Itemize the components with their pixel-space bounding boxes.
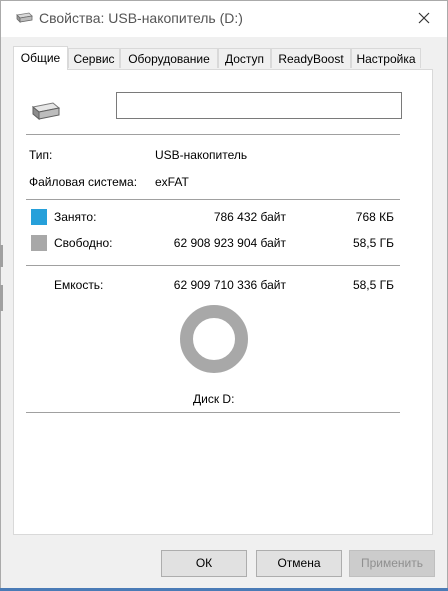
used-label: Занято:: [54, 210, 97, 224]
usb-drive-icon: [15, 12, 33, 27]
general-panel: Тип: USB-накопитель Файловая система: ex…: [13, 69, 433, 535]
close-button[interactable]: [401, 1, 447, 35]
free-space-swatch: [31, 235, 47, 251]
separator: [26, 199, 400, 200]
capacity-label: Емкость:: [54, 278, 104, 292]
free-short: 58,5 ГБ: [352, 236, 394, 250]
free-bytes: 62 908 923 904 байт: [173, 236, 286, 250]
close-icon: [418, 12, 430, 24]
tab-general[interactable]: Общие: [13, 46, 68, 70]
used-bytes: 786 432 байт: [213, 210, 286, 224]
cancel-button[interactable]: Отмена: [256, 550, 342, 577]
side-edge-mark: [0, 245, 3, 267]
tab-hardware[interactable]: Оборудование: [120, 48, 218, 68]
window-title: Свойства: USB-накопитель (D:): [39, 10, 243, 26]
filesystem-label: Файловая система:: [29, 175, 138, 189]
type-label: Тип:: [29, 148, 53, 162]
volume-name-input[interactable]: [116, 92, 402, 119]
used-space-swatch: [31, 209, 47, 225]
capacity-short: 58,5 ГБ: [352, 278, 394, 292]
tab-readyboost[interactable]: ReadyBoost: [271, 48, 351, 68]
apply-button[interactable]: Применить: [349, 550, 435, 577]
disk-usage-ring: [180, 305, 248, 373]
ok-button[interactable]: ОК: [161, 550, 247, 577]
tab-customize[interactable]: Настройка: [351, 48, 421, 68]
side-edge-mark: [0, 285, 3, 311]
type-value: USB-накопитель: [155, 148, 248, 162]
used-short: 768 КБ: [355, 210, 394, 224]
tab-strip: Общие Сервис Оборудование Доступ ReadyBo…: [13, 46, 433, 70]
separator: [26, 412, 400, 413]
tab-sharing[interactable]: Доступ: [218, 48, 271, 68]
tab-service[interactable]: Сервис: [68, 48, 120, 68]
drive-icon: [31, 100, 61, 125]
properties-window: Свойства: USB-накопитель (D:) Общие Серв…: [0, 0, 448, 591]
separator: [26, 265, 400, 266]
filesystem-value: exFAT: [155, 175, 189, 189]
disk-label: Диск D:: [193, 392, 235, 406]
separator: [26, 134, 400, 135]
title-bar: Свойства: USB-накопитель (D:): [1, 1, 447, 37]
capacity-bytes: 62 909 710 336 байт: [173, 278, 286, 292]
free-label: Свободно:: [54, 236, 113, 250]
